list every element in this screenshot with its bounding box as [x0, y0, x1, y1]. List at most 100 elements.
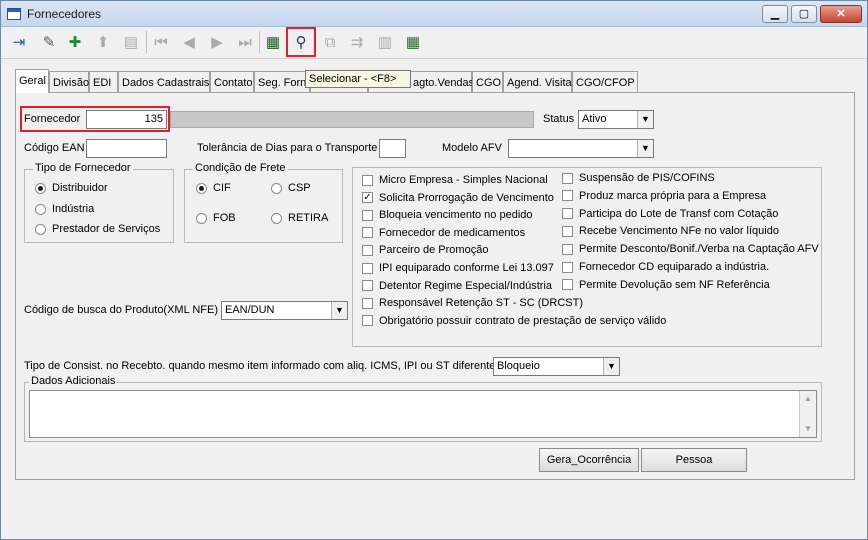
- option-left-checkbox[interactable]: Detentor Regime Especial/Indústria: [362, 280, 552, 292]
- toolbar: ⇥ ✎ ✚ ⬆ ▤ ⏮ ◀ ▶ ⏭ ▦ ⚲ ⧉ ⇉ ▥ ▦: [1, 27, 867, 59]
- option-right-checkbox[interactable]: Fornecedor CD equiparado a indústria.: [562, 261, 769, 273]
- first-record-icon[interactable]: ⏮: [149, 29, 173, 55]
- radio-cif[interactable]: CIF: [196, 182, 231, 194]
- checkbox-label: Suspensão de PIS/COFINS: [579, 172, 715, 184]
- grid-icon[interactable]: ▥: [373, 29, 397, 55]
- condicao-frete-legend: Condição de Frete: [193, 162, 288, 174]
- checkbox-box[interactable]: [362, 227, 373, 239]
- radio-industria[interactable]: Indústria: [35, 203, 94, 215]
- tab-cgo[interactable]: CGO: [472, 71, 503, 93]
- option-left-checkbox[interactable]: Parceiro de Promoção: [362, 244, 488, 256]
- radio-fob[interactable]: FOB: [196, 212, 236, 224]
- option-right-checkbox[interactable]: Recebe Vencimento NFe no valor líquido: [562, 225, 779, 237]
- binoculars-select-icon[interactable]: ⚲: [286, 27, 316, 57]
- fornecedor-input[interactable]: 135: [86, 110, 167, 129]
- option-right-checkbox[interactable]: Permite Desconto/Bonif./Verba na Captaçã…: [562, 243, 819, 255]
- tolerancia-label: Tolerância de Dias para o Transporte: [197, 142, 378, 154]
- checkbox-label: Recebe Vencimento NFe no valor líquido: [579, 225, 779, 238]
- option-left-checkbox[interactable]: Micro Empresa - Simples Nacional: [362, 174, 548, 186]
- chevron-down-icon: ▼: [603, 358, 619, 375]
- option-left-checkbox[interactable]: Responsável Retenção ST - SC (DRCST): [362, 297, 583, 309]
- exit-icon[interactable]: ⇥: [7, 29, 31, 55]
- modelo-afv-select[interactable]: ▼: [508, 139, 654, 158]
- checkbox-box[interactable]: [562, 208, 573, 220]
- scroll-down-icon[interactable]: ▼: [800, 421, 816, 437]
- checkbox-box[interactable]: ✓: [362, 192, 373, 204]
- copy-icon[interactable]: ⧉: [318, 29, 342, 55]
- pessoa-button[interactable]: Pessoa: [641, 448, 747, 472]
- list-icon[interactable]: ▦: [261, 29, 285, 55]
- checkbox-label: Micro Empresa - Simples Nacional: [379, 174, 548, 186]
- tolerancia-input[interactable]: [379, 139, 406, 158]
- checkbox-box[interactable]: [362, 262, 373, 274]
- maximize-button[interactable]: ▢: [791, 5, 817, 23]
- checkbox-label: Detentor Regime Especial/Indústria: [379, 279, 553, 292]
- checkbox-box[interactable]: [562, 190, 573, 202]
- checkbox-box[interactable]: [562, 172, 573, 184]
- dados-adicionais-textarea[interactable]: ▲ ▼: [29, 390, 817, 438]
- codigo-busca-select[interactable]: EAN/DUN ▼: [221, 301, 348, 320]
- status-select[interactable]: Ativo ▼: [578, 110, 654, 129]
- modelo-afv-label: Modelo AFV: [442, 142, 502, 154]
- option-right-checkbox[interactable]: Permite Devolução sem NF Referência: [562, 279, 770, 291]
- status-label: Status: [543, 113, 575, 125]
- checkbox-box[interactable]: [362, 280, 373, 292]
- option-left-checkbox[interactable]: IPI equiparado conforme Lei 13.097: [362, 262, 554, 274]
- next-record-icon[interactable]: ▶: [205, 29, 229, 55]
- checkbox-box[interactable]: [562, 225, 573, 237]
- option-left-checkbox[interactable]: Bloqueia vencimento no pedido: [362, 209, 533, 221]
- checkbox-label: Fornecedor de medicamentos: [379, 226, 526, 239]
- transfer-icon[interactable]: ⇉: [345, 29, 369, 55]
- tab-cgo-cfop[interactable]: CGO/CFOP: [572, 71, 638, 93]
- last-record-icon[interactable]: ⏭: [233, 29, 257, 55]
- option-left-checkbox[interactable]: Fornecedor de medicamentos: [362, 227, 525, 239]
- option-right-checkbox[interactable]: Produz marca própria para a Empresa: [562, 190, 766, 202]
- option-left-checkbox[interactable]: ✓ Solicita Prorrogação de Vencimento: [362, 192, 554, 204]
- tab-seg-forn[interactable]: Seg. Forn: [254, 71, 310, 93]
- checkbox-box[interactable]: [362, 209, 373, 221]
- checkbox-label: Produz marca própria para a Empresa: [579, 189, 767, 202]
- checkbox-box[interactable]: [362, 297, 373, 309]
- checkbox-box[interactable]: [562, 261, 573, 273]
- tab-dados-cadastrais[interactable]: Dados Cadastrais: [118, 71, 210, 93]
- checkbox-box[interactable]: [362, 315, 373, 327]
- checkbox-box[interactable]: [562, 243, 573, 255]
- edit-icon[interactable]: ✎: [37, 29, 61, 55]
- tipo-consist-select[interactable]: Bloqueio ▼: [493, 357, 620, 376]
- app-icon: [7, 8, 21, 20]
- tab-divisao[interactable]: Divisão: [49, 71, 89, 93]
- checkbox-label: Participa do Lote de Transf com Cotação: [579, 207, 779, 220]
- add-icon[interactable]: ✚: [63, 29, 87, 55]
- codigo-busca-label: Código de busca do Produto(XML NFE) :: [24, 304, 225, 316]
- tipo-fornecedor-legend: Tipo de Fornecedor: [33, 162, 133, 174]
- radio-csp[interactable]: CSP: [271, 182, 311, 194]
- print-icon[interactable]: ▤: [119, 29, 143, 55]
- radio-prestador[interactable]: Prestador de Serviços: [35, 223, 160, 235]
- checkbox-box[interactable]: [562, 279, 573, 291]
- radio-distribuidor[interactable]: Distribuidor: [35, 182, 108, 194]
- checkbox-label: Permite Devolução sem NF Referência: [579, 278, 770, 291]
- checkbox-box[interactable]: [362, 244, 373, 256]
- tab-edi[interactable]: EDI: [89, 71, 118, 93]
- codigo-ean-input[interactable]: [86, 139, 167, 158]
- checkbox-box[interactable]: [362, 174, 373, 186]
- spreadsheet-icon[interactable]: ▦: [401, 29, 425, 55]
- close-button[interactable]: ✕: [820, 5, 862, 23]
- option-right-checkbox[interactable]: Suspensão de PIS/COFINS: [562, 172, 715, 184]
- option-right-checkbox[interactable]: Participa do Lote de Transf com Cotação: [562, 208, 778, 220]
- radio-retira[interactable]: RETIRA: [271, 212, 328, 224]
- title-bar: Fornecedores ▁ ▢ ✕: [1, 1, 867, 27]
- tab-geral[interactable]: Geral: [15, 69, 49, 93]
- chevron-down-icon: ▼: [331, 302, 347, 319]
- option-left-checkbox[interactable]: Obrigatório possuir contrato de prestaçã…: [362, 315, 666, 327]
- gera-ocorrencia-button[interactable]: Gera_Ocorrência: [539, 448, 639, 472]
- fornecedor-name-field: [170, 111, 534, 128]
- scroll-up-icon[interactable]: ▲: [800, 391, 816, 407]
- fornecedor-label: Fornecedor: [24, 113, 81, 125]
- minimize-button[interactable]: ▁: [762, 5, 788, 23]
- tab-agend-visita[interactable]: Agend. Visita: [503, 71, 572, 93]
- save-icon[interactable]: ⬆: [91, 29, 115, 55]
- tab-contato[interactable]: Contato: [210, 71, 254, 93]
- textarea-scrollbar[interactable]: ▲ ▼: [799, 391, 816, 437]
- previous-record-icon[interactable]: ◀: [177, 29, 201, 55]
